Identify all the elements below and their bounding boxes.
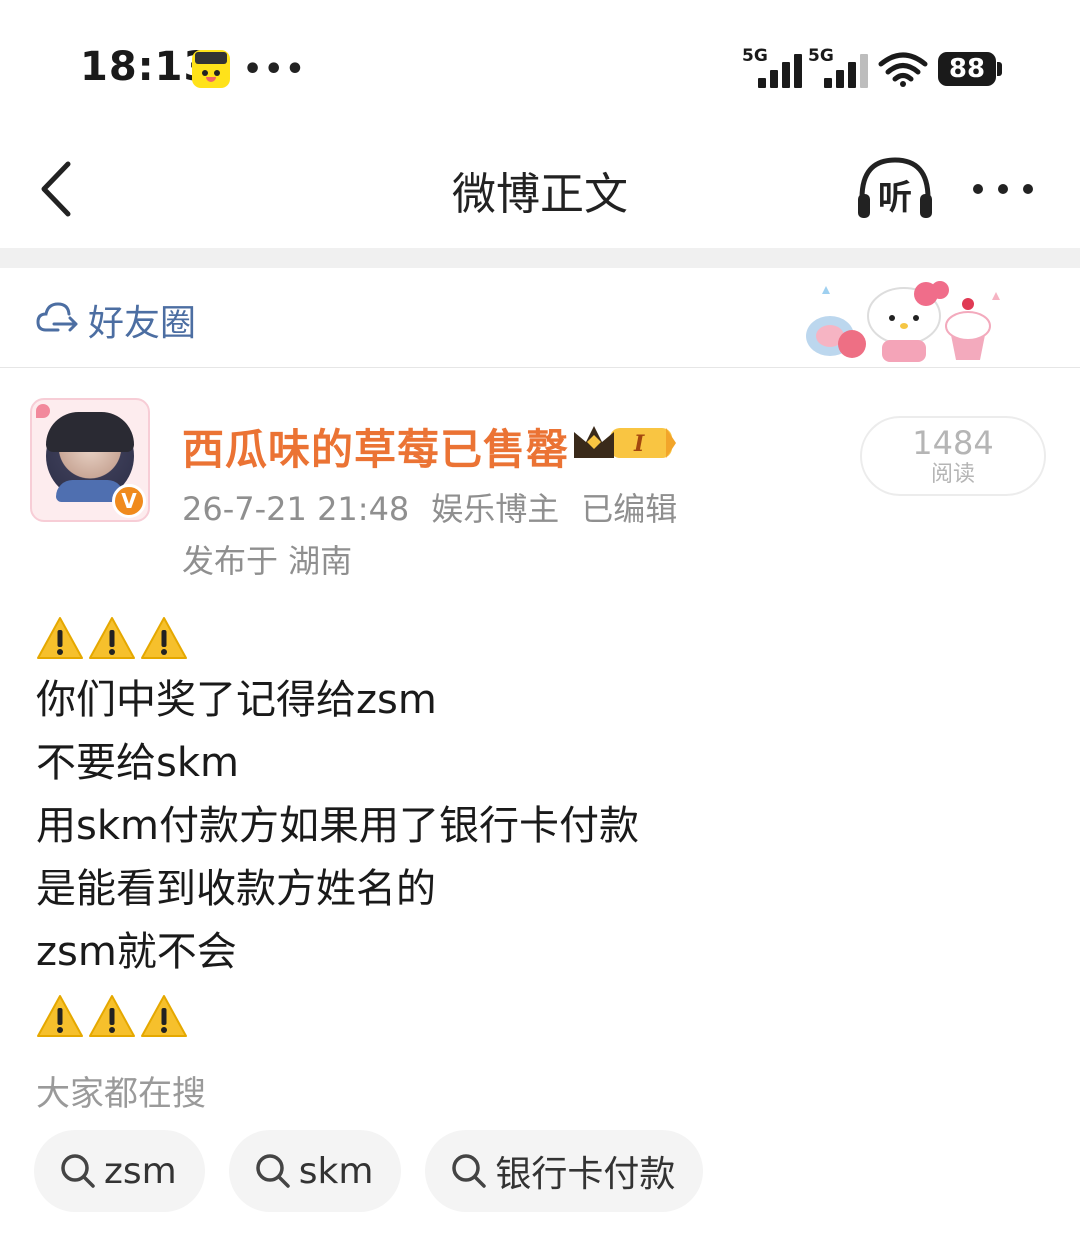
search-chip-bank-card[interactable]: 银行卡付款 (425, 1130, 704, 1212)
post-body: 你们中奖了记得给zsm 不要给skm 用skm付款方如果用了银行卡付款 是能看到… (36, 606, 1046, 1047)
verified-v-icon: V (112, 484, 146, 518)
trending-search-title: 大家都在搜 (36, 1074, 206, 1114)
battery-nub (997, 62, 1002, 76)
search-icon (452, 1154, 487, 1188)
warning-icon (37, 994, 83, 1037)
post-text-line: 是能看到收款方姓名的 (36, 866, 436, 912)
warning-row-bottom (36, 984, 1046, 1047)
cellular-signal-icon-2: 5G (808, 46, 870, 88)
wifi-icon (878, 52, 928, 87)
avatar-hair (46, 412, 134, 452)
read-count: 1484 (912, 424, 994, 462)
search-chips: zsm skm 银行卡付款 (34, 1130, 704, 1212)
search-chip-label: 银行卡付款 (495, 1154, 676, 1195)
post-text-line: 不要给skm (36, 740, 239, 786)
member-level-text: I (633, 431, 645, 457)
post-text-line: 用skm付款方如果用了银行卡付款 (36, 803, 639, 849)
more-dots-icon[interactable] (966, 164, 1042, 214)
visibility-label: 好友圈 (88, 303, 197, 344)
search-chip-label: zsm (104, 1150, 177, 1192)
strawberry-decoration-icon (36, 404, 50, 418)
warning-icon (141, 994, 187, 1037)
visibility-row: 好友圈 (0, 268, 1080, 368)
warning-row-top (36, 606, 1046, 669)
warning-icon (89, 994, 135, 1037)
post-text-line: 你们中奖了记得给zsm (36, 677, 437, 723)
edited-flag[interactable]: 已编辑 (581, 490, 677, 528)
author-role: 娱乐博主 (431, 490, 560, 528)
search-icon (61, 1154, 95, 1188)
post-text-line: zsm就不会 (36, 929, 237, 975)
vip-crown-badge-icon[interactable]: I (570, 420, 678, 464)
status-more-dots: ••• (243, 52, 307, 87)
headphones-listen-icon[interactable]: 听 (852, 154, 938, 224)
battery-indicator: 88 (938, 52, 996, 86)
chevron-left-icon[interactable] (30, 154, 86, 224)
search-chip-skm[interactable]: skm (228, 1130, 402, 1212)
cellular-signal-icon-1: 5G (742, 46, 804, 88)
warning-icon (89, 616, 135, 659)
cloud-people-icon (36, 302, 78, 332)
nav-bar: 微博正文 听 (0, 130, 1080, 248)
warning-icon (37, 616, 83, 659)
search-chip-zsm[interactable]: zsm (34, 1130, 205, 1212)
listen-label: 听 (878, 178, 912, 218)
xianyu-app-icon (192, 50, 230, 88)
read-label: 阅读 (930, 462, 975, 487)
post-location: 发布于 湖南 (182, 542, 353, 580)
search-chip-label: skm (298, 1150, 374, 1192)
read-count-pill: 1484 阅读 (860, 416, 1046, 496)
hello-kitty-decoration (806, 281, 1000, 362)
search-icon (255, 1154, 290, 1188)
post-meta: 26-7-21 21:48 娱乐博主 已编辑 (182, 484, 699, 530)
warning-icon (141, 616, 187, 659)
username[interactable]: 西瓜味的草莓已售罄 (182, 416, 569, 477)
post-time: 26-7-21 21:48 (182, 490, 410, 528)
section-divider (0, 248, 1080, 268)
status-bar: 18:13 ••• 5G 5G 88 (0, 0, 1080, 130)
